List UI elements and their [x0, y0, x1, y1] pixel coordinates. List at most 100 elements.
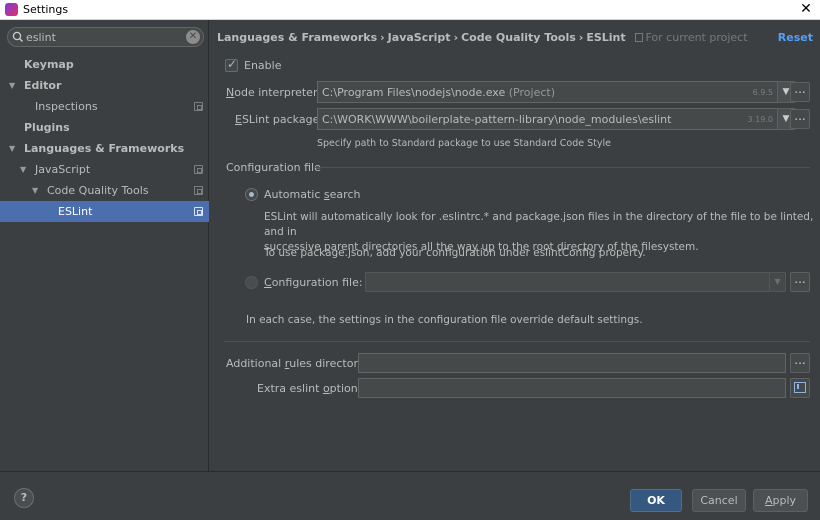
config-file-field[interactable]: ▼ — [365, 272, 786, 292]
close-icon[interactable]: ✕ — [798, 1, 814, 17]
radio-selected-dot — [249, 192, 254, 197]
automatic-search-radio[interactable] — [245, 188, 258, 201]
eslint-package-hint: Specify path to Standard package to use … — [317, 138, 611, 149]
reset-link[interactable]: Reset — [778, 31, 813, 44]
breadcrumb-item[interactable]: Languages & Frameworks — [217, 31, 377, 44]
node-interpreter-value: C:\Program Files\nodejs\node.exe (Projec… — [322, 86, 555, 99]
sidebar-item-eslint[interactable]: ESLint — [0, 201, 209, 222]
expand-icon — [794, 382, 806, 393]
sidebar-item-inspections[interactable]: Inspections — [0, 96, 209, 117]
sidebar-item-plugins[interactable]: Plugins — [0, 117, 209, 138]
search-field[interactable]: eslint ✕ — [7, 27, 204, 47]
eslint-package-combo[interactable]: C:\WORK\WWW\boilerplate-pattern-library\… — [317, 108, 778, 130]
project-scope-icon — [194, 207, 203, 216]
browse-eslint-button[interactable]: ... — [790, 109, 810, 129]
chevron-down-icon[interactable]: ▼ — [32, 180, 42, 201]
breadcrumb-item[interactable]: JavaScript — [388, 31, 451, 44]
dialog-footer: ? OK Cancel Apply — [0, 471, 820, 520]
node-interpreter-label: Node interpreter: — [226, 86, 321, 99]
window-titlebar: Settings ✕ — [0, 0, 820, 20]
window-title: Settings — [23, 3, 69, 16]
label-text: Extra eslint — [257, 382, 323, 395]
description-line: ESLint will automatically look for .esli… — [264, 211, 814, 238]
settings-main-panel: Languages & Frameworks › JavaScript › Code Q… — [210, 20, 820, 471]
search-input[interactable]: eslint — [26, 31, 56, 44]
node-path: C:\Program Files\nodejs\node.exe — [322, 86, 506, 99]
chevron-down-icon[interactable]: ▼ — [9, 138, 19, 159]
settings-sidebar: eslint ✕ Keymap ▼ Editor Inspections Plu… — [0, 20, 209, 471]
expand-options-button[interactable] — [790, 378, 810, 398]
sidebar-item-label: Code Quality Tools — [47, 184, 149, 197]
browse-node-button[interactable]: ... — [790, 82, 810, 102]
sidebar-item-label: Languages & Frameworks — [24, 142, 185, 155]
clear-icon[interactable]: ✕ — [186, 30, 200, 44]
scope-label-text: For current project — [645, 31, 748, 44]
chevron-down-icon[interactable]: ▼ — [20, 159, 30, 180]
node-scope: (Project) — [508, 86, 555, 99]
extra-options-label: Extra eslint options: — [257, 382, 367, 395]
breadcrumb-separator: › — [578, 31, 584, 44]
sidebar-item-languages-frameworks[interactable]: ▼ Languages & Frameworks — [0, 138, 209, 159]
config-section-title: Configuration file — [226, 161, 321, 174]
mnemonic: E — [235, 113, 242, 126]
override-note: In each case, the settings in the config… — [246, 314, 643, 326]
eslint-package-value: C:\WORK\WWW\boilerplate-pattern-library\… — [322, 113, 672, 126]
help-icon[interactable]: ? — [14, 488, 34, 508]
project-scope-icon — [194, 186, 203, 195]
breadcrumb: Languages & Frameworks › JavaScript › Code Q… — [217, 31, 748, 44]
project-scope-icon — [194, 165, 203, 174]
mnemonic: A — [764, 494, 773, 507]
label-text: Automatic — [264, 188, 324, 201]
sidebar-item-label: Editor — [24, 79, 62, 92]
additional-rules-input[interactable] — [358, 353, 786, 373]
label-text: ode interpreter: — [234, 86, 321, 99]
node-version: 6.9.5 — [752, 88, 773, 97]
automatic-search-label: Automatic search — [264, 188, 360, 201]
eslint-version: 3.19.0 — [747, 115, 773, 124]
project-scope-icon — [194, 102, 203, 111]
browse-rules-button[interactable]: ... — [790, 353, 810, 373]
breadcrumb-item: ESLint — [586, 31, 626, 44]
breadcrumb-item[interactable]: Code Quality Tools — [461, 31, 576, 44]
sidebar-item-label: JavaScript — [35, 163, 91, 176]
sidebar-item-label: ESLint — [58, 205, 93, 218]
scope-label: For current project — [634, 31, 748, 44]
chevron-down-icon[interactable]: ▼ — [769, 273, 785, 291]
extra-options-input[interactable] — [358, 378, 786, 398]
search-icon — [12, 31, 24, 43]
enable-label: Enable — [244, 59, 282, 72]
label-text: pply — [772, 494, 797, 507]
checkmark-icon: ✓ — [227, 57, 238, 71]
breadcrumb-separator: › — [380, 31, 385, 44]
label-text: onfiguration file: — [271, 276, 363, 289]
breadcrumb-separator: › — [453, 31, 459, 44]
label-text: ules directory: — [289, 357, 368, 370]
config-file-radio[interactable] — [245, 276, 258, 289]
sidebar-item-code-quality-tools[interactable]: ▼ Code Quality Tools — [0, 180, 209, 201]
mnemonic: o — [322, 382, 330, 395]
browse-config-button[interactable]: ... — [790, 272, 810, 292]
sidebar-item-javascript[interactable]: ▼ JavaScript — [0, 159, 209, 180]
package-json-note: To use package.json, add your configurat… — [264, 247, 646, 259]
eslint-package-label: ESLint package: — [235, 113, 323, 126]
mnemonic: C — [264, 276, 272, 289]
sidebar-item-label: Keymap — [24, 58, 74, 71]
sidebar-item-label: Inspections — [35, 100, 98, 113]
label-text: earch — [329, 188, 361, 201]
section-divider — [314, 167, 810, 168]
label-text: SLint package: — [241, 113, 324, 126]
config-file-label: Configuration file: — [264, 276, 363, 289]
sidebar-item-editor[interactable]: ▼ Editor — [0, 75, 209, 96]
node-interpreter-combo[interactable]: C:\Program Files\nodejs\node.exe (Projec… — [317, 81, 778, 103]
cancel-button[interactable]: Cancel — [692, 489, 746, 512]
ok-button[interactable]: OK — [630, 489, 682, 512]
intellij-app-icon — [5, 3, 18, 16]
sidebar-item-label: Plugins — [24, 121, 70, 134]
project-scope-icon — [634, 33, 643, 42]
sidebar-item-keymap[interactable]: Keymap — [0, 54, 209, 75]
chevron-down-icon[interactable]: ▼ — [9, 75, 19, 96]
apply-button[interactable]: Apply — [753, 489, 808, 512]
enable-checkbox[interactable]: ✓ — [225, 57, 238, 72]
label-text: Additional — [226, 357, 285, 370]
section-divider — [224, 341, 810, 342]
